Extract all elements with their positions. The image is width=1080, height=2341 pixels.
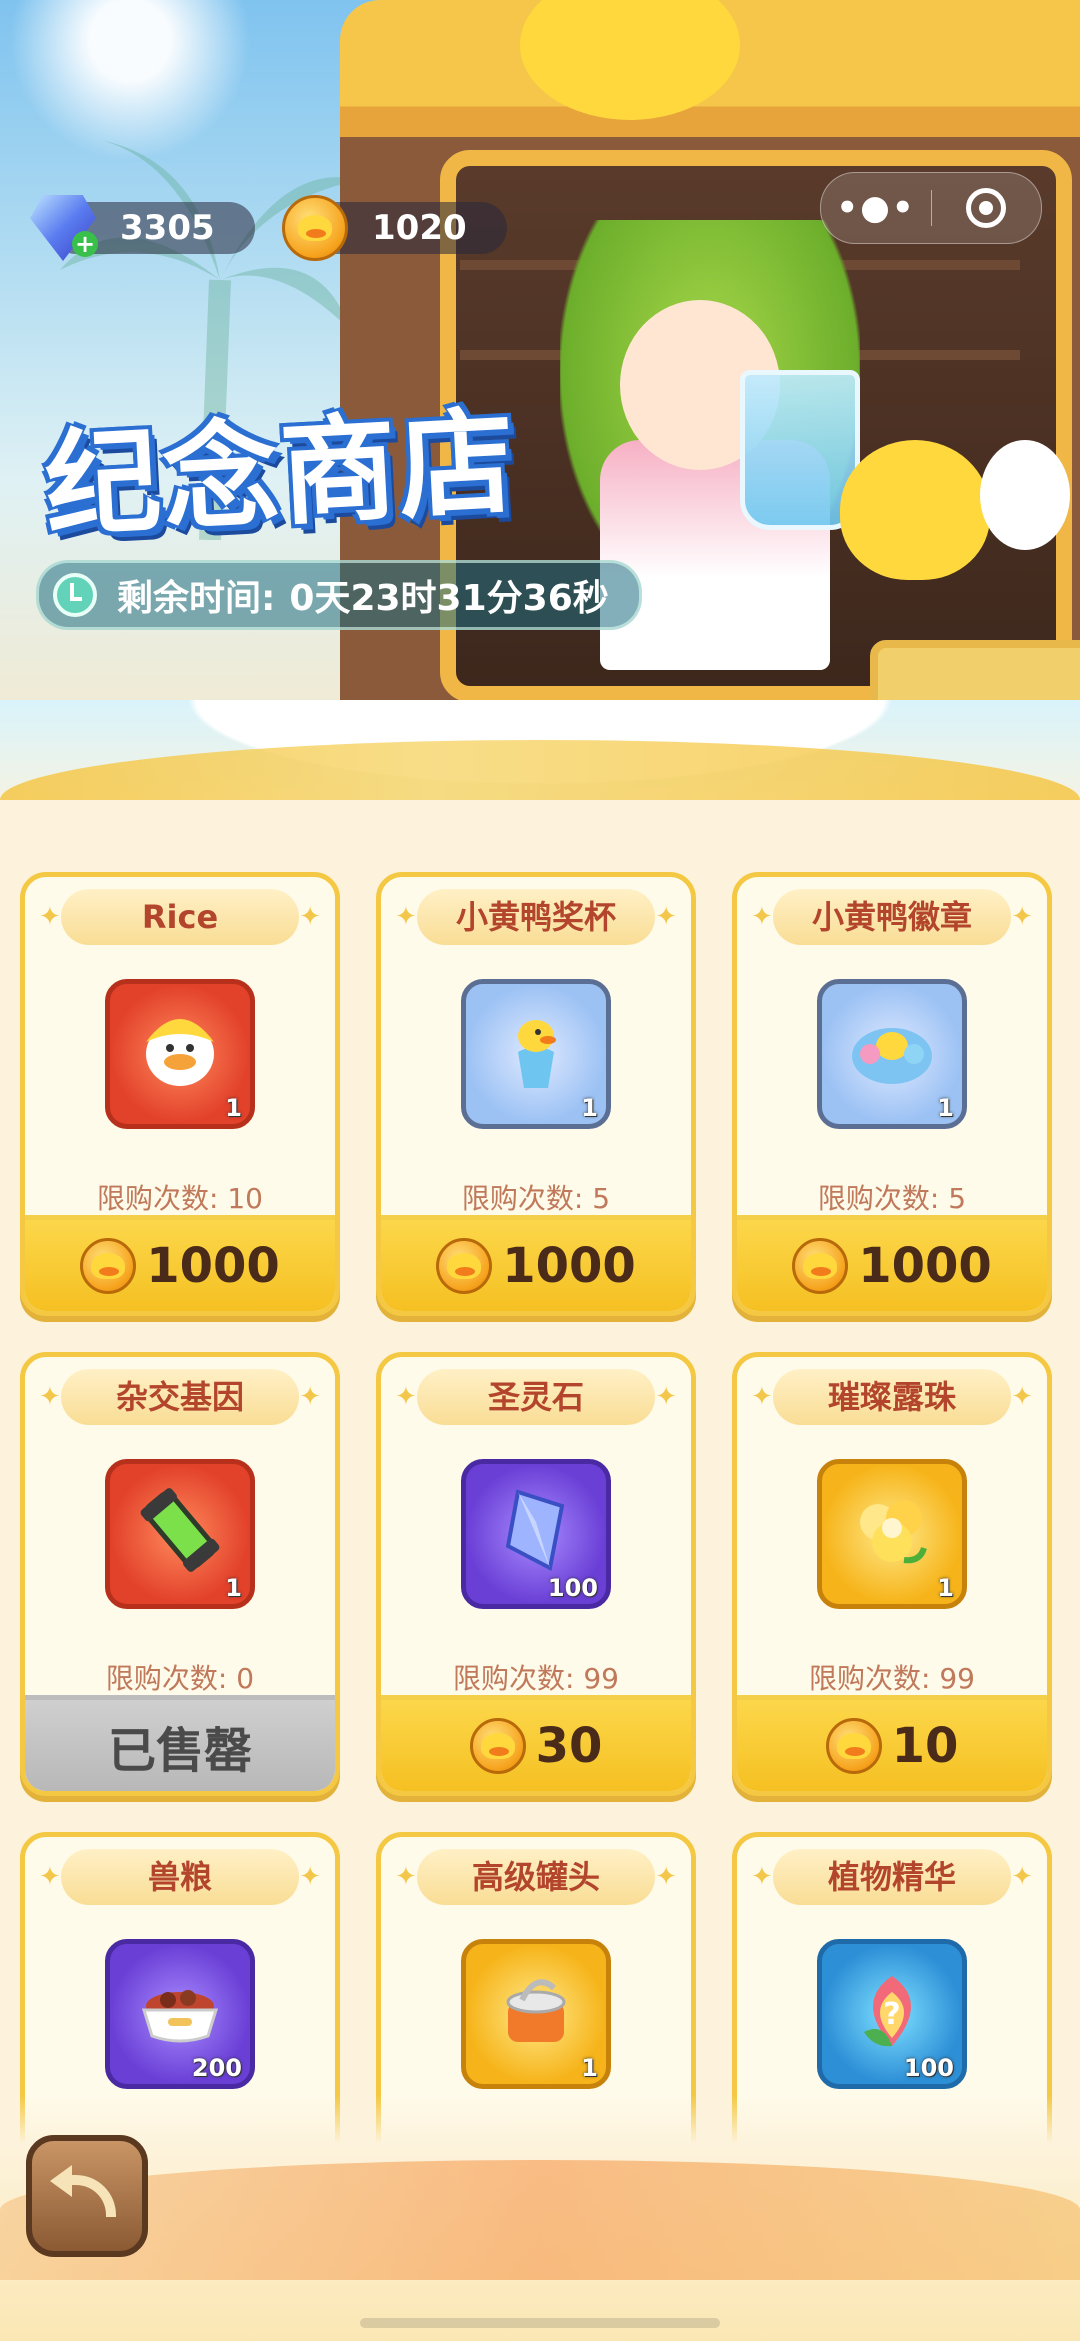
item-icon-frame: 1 xyxy=(817,979,967,1129)
duck-coin-icon xyxy=(825,1717,882,1774)
item-name: 高级罐头 xyxy=(395,1849,677,1905)
flower-dew-icon xyxy=(860,1500,927,1564)
gene-tube-icon xyxy=(140,1488,220,1572)
crystal-icon xyxy=(505,1489,565,1572)
item-icon-frame: 1 xyxy=(461,1939,611,2089)
purchase-limit: 限购次数: 5 xyxy=(817,1182,967,1215)
duck-coin-icon xyxy=(469,1717,526,1774)
target-circle-icon xyxy=(966,188,1006,228)
duck-coin-icon xyxy=(282,195,348,261)
item-count: 100 xyxy=(547,1574,598,1602)
buy-button[interactable]: 1000 xyxy=(381,1215,691,1311)
pet-food-bowl-icon xyxy=(141,1990,219,2043)
item-name: 兽粮 xyxy=(39,1849,321,1905)
item-icon-frame: 1 xyxy=(461,979,611,1129)
item-name: Rice xyxy=(39,889,321,945)
item-name: 圣灵石 xyxy=(395,1369,677,1425)
back-arrow-icon xyxy=(50,2165,116,2217)
item-count: 1 xyxy=(581,1094,598,1122)
item-count: 1 xyxy=(581,2054,598,2082)
bottom-wave-decoration xyxy=(0,2160,1080,2280)
svg-text:?: ? xyxy=(883,1997,900,2032)
item-name: 璀璨露珠 xyxy=(751,1369,1033,1425)
duck-badge-icon xyxy=(852,1028,932,1084)
countdown-timer: 剩余时间: 0天23时31分36秒 xyxy=(36,560,642,630)
item-count: 1 xyxy=(225,1094,242,1122)
duck-coin-icon xyxy=(80,1237,137,1294)
purchase-limit: 限购次数: 0 xyxy=(105,1662,255,1695)
duck-mascot xyxy=(840,440,990,580)
shop-item-card[interactable]: 小黄鸭徽章 1 限购次数: 5 1000 xyxy=(732,872,1052,1316)
item-count: 1 xyxy=(937,1574,954,1602)
clock-icon xyxy=(53,573,97,617)
home-indicator xyxy=(360,2318,720,2328)
timer-value: 0天23时31分36秒 xyxy=(289,578,609,619)
back-button[interactable] xyxy=(26,2135,148,2257)
purchase-limit: 限购次数: 5 xyxy=(461,1182,611,1215)
item-name: 小黄鸭徽章 xyxy=(751,889,1033,945)
duck-coin-icon xyxy=(792,1237,849,1294)
buy-button[interactable]: 1000 xyxy=(737,1215,1047,1311)
miniprogram-capsule: •●• xyxy=(820,172,1042,244)
item-name: 小黄鸭奖杯 xyxy=(395,889,677,945)
shop-item-card[interactable]: 杂交基因 1 限购次数: 0 已售罄 xyxy=(20,1352,340,1796)
item-icon-frame: ? 100 xyxy=(817,1939,967,2089)
plant-essence-icon: ? xyxy=(864,1976,911,2047)
buy-button[interactable]: 10 xyxy=(737,1695,1047,1791)
item-icon-frame: 1 xyxy=(105,1459,255,1609)
soldout-label: 已售罄 xyxy=(25,1695,335,1791)
purchase-limit: 限购次数: 10 xyxy=(97,1182,263,1215)
more-dots-icon[interactable]: •●• xyxy=(821,188,931,228)
item-name: 植物精华 xyxy=(751,1849,1033,1905)
purchase-limit: 限购次数: 99 xyxy=(453,1662,619,1695)
item-icon-frame: 1 xyxy=(817,1459,967,1609)
item-count: 1 xyxy=(937,1094,954,1122)
shop-item-card[interactable]: 璀璨露珠 1 限购次数: 99 10 xyxy=(732,1352,1052,1796)
page-title: 纪念商店 xyxy=(41,394,520,555)
buy-button[interactable]: 1000 xyxy=(25,1215,335,1311)
close-button[interactable] xyxy=(932,188,1040,228)
price-value: 1000 xyxy=(146,1237,280,1294)
duck-costume-icon xyxy=(146,1019,214,1086)
shop-item-grid: Rice 1 限购次数: 10 1000 小黄鸭奖杯 1 xyxy=(20,872,1060,2276)
timer-label: 剩余时间: xyxy=(117,578,276,619)
price-value: 1000 xyxy=(502,1237,636,1294)
item-count: 200 xyxy=(191,2054,242,2082)
plus-icon[interactable]: + xyxy=(72,231,98,257)
item-count: 100 xyxy=(903,2054,954,2082)
price-value: 10 xyxy=(891,1717,959,1774)
item-icon-frame: 1 xyxy=(105,979,255,1129)
purchase-limit: 限购次数: 99 xyxy=(809,1662,975,1695)
buy-button[interactable]: 30 xyxy=(381,1695,691,1791)
shop-item-card[interactable]: 小黄鸭奖杯 1 限购次数: 5 1000 xyxy=(376,872,696,1316)
coin-counter: 1020 xyxy=(282,195,507,261)
egg-decoration xyxy=(980,440,1070,550)
shop-item-card[interactable]: 圣灵石 100 限购次数: 99 30 xyxy=(376,1352,696,1796)
duck-trophy-icon xyxy=(518,1020,556,1088)
canned-food-icon xyxy=(506,1979,566,2042)
duck-coin-icon xyxy=(436,1237,493,1294)
item-icon-frame: 100 xyxy=(461,1459,611,1609)
price-value: 30 xyxy=(535,1717,603,1774)
soldout-text: 已售罄 xyxy=(107,1722,252,1779)
gem-counter[interactable]: + 3305 xyxy=(30,195,255,261)
price-value: 1000 xyxy=(858,1237,992,1294)
item-icon-frame: 200 xyxy=(105,1939,255,2089)
item-name: 杂交基因 xyxy=(39,1369,321,1425)
shop-item-card[interactable]: Rice 1 限购次数: 10 1000 xyxy=(20,872,340,1316)
item-count: 1 xyxy=(225,1574,242,1602)
